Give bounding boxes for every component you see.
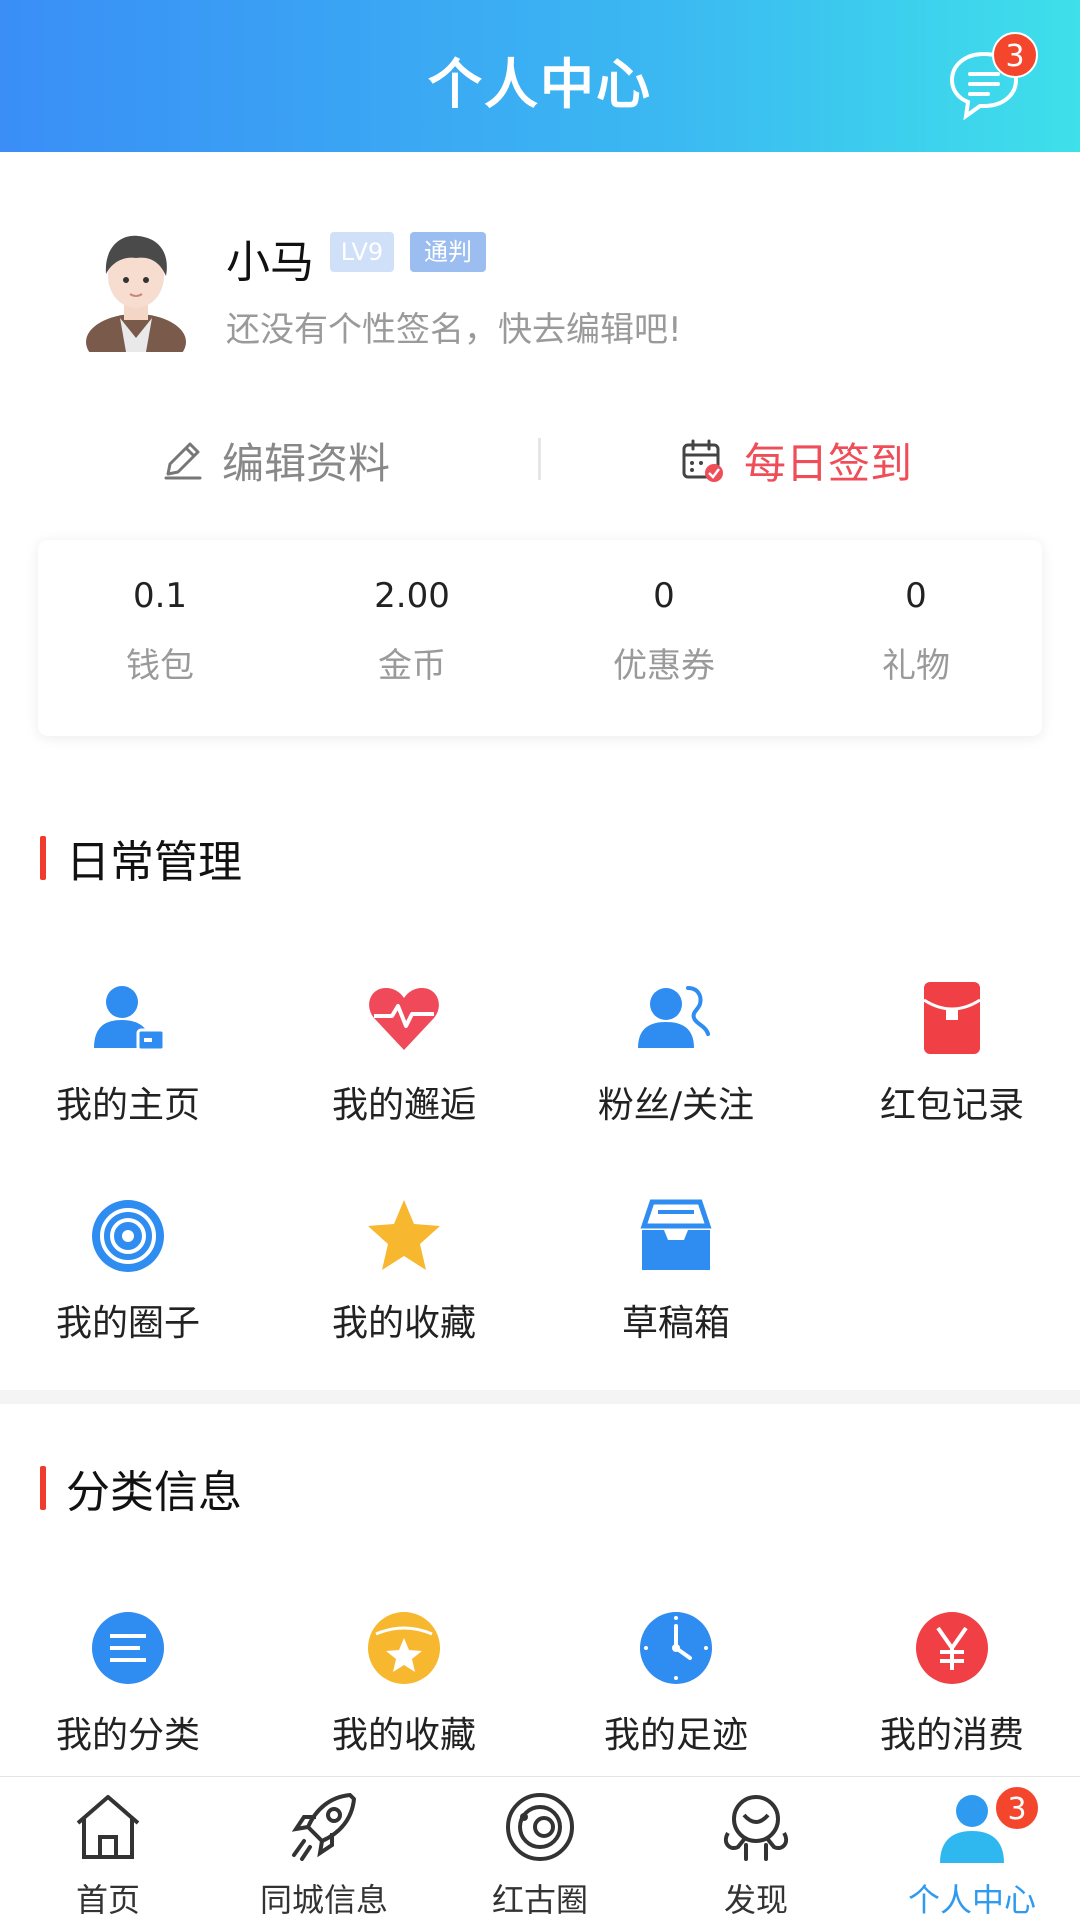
menu-my-favorites[interactable]: 我的收藏 — [284, 1196, 524, 1346]
section-separator — [0, 1390, 1080, 1404]
stat-value: 0.1 — [132, 576, 188, 616]
stat-wallet[interactable]: 0.1 钱包 — [60, 576, 260, 687]
menu-my-categories[interactable]: 我的分类 — [8, 1608, 248, 1758]
edit-profile-button[interactable]: 编辑资料 — [160, 430, 390, 490]
inbox-tray-icon — [640, 1199, 712, 1270]
stats-card: 0.1 钱包 2.00 金币 0 优惠券 0 礼物 — [38, 540, 1042, 736]
tab-label: 同城信息 — [259, 1881, 388, 1919]
stat-gifts[interactable]: 0 礼物 — [816, 576, 1016, 687]
level-badge: LV9 — [330, 232, 394, 272]
top-header: 个人中心 3 — [0, 0, 1080, 152]
action-divider — [538, 438, 541, 480]
discover-icon — [723, 1795, 789, 1861]
clock-icon — [640, 1612, 712, 1684]
menu-category-favorites[interactable]: 我的收藏 — [284, 1608, 524, 1758]
menu-label: 我的邂逅 — [331, 1085, 476, 1126]
message-count-badge: 3 — [992, 32, 1038, 78]
circle-target-icon — [92, 1200, 164, 1272]
avatar-image — [86, 235, 186, 370]
menu-red-packet-records[interactable]: 红包记录 — [832, 978, 1072, 1128]
tab-profile-center[interactable]: 3 个人中心 — [864, 1785, 1080, 1920]
tab-honggu-circle[interactable]: 红古圈 — [432, 1789, 648, 1920]
daily-checkin-button[interactable]: 每日签到 — [680, 430, 912, 490]
orbit-icon — [506, 1793, 574, 1861]
menu-label: 红包记录 — [879, 1085, 1024, 1126]
edit-profile-label: 编辑资料 — [222, 438, 391, 488]
stat-value: 0 — [905, 576, 927, 616]
star-badge-icon — [368, 1612, 440, 1684]
menu-drafts[interactable]: 草稿箱 — [556, 1196, 796, 1346]
users-icon — [638, 986, 710, 1048]
bottom-tab-bar: 首页 同城信息 红古圈 发现 3 个人中心 — [0, 1776, 1080, 1920]
pencil-icon — [164, 442, 202, 480]
rocket-icon — [291, 1793, 356, 1861]
tab-label: 红古圈 — [491, 1881, 588, 1919]
tab-local-info[interactable]: 同城信息 — [216, 1789, 432, 1920]
tab-label: 首页 — [75, 1881, 140, 1919]
section-category-title: 分类信息 — [40, 1456, 242, 1520]
menu-label: 我的消费 — [879, 1715, 1024, 1756]
menu-label: 我的足迹 — [603, 1715, 748, 1756]
avatar[interactable] — [80, 222, 192, 370]
star-icon — [368, 1200, 440, 1270]
username: 小马 — [226, 237, 314, 288]
section-title-text: 日常管理 — [66, 837, 242, 888]
menu-label: 我的圈子 — [55, 1303, 200, 1344]
stat-label: 金币 — [378, 646, 446, 686]
heart-pulse-icon — [369, 988, 439, 1050]
stat-label: 钱包 — [126, 646, 194, 686]
menu-my-homepage[interactable]: 我的主页 — [8, 978, 248, 1128]
user-card-icon — [94, 986, 166, 1052]
page-title: 个人中心 — [428, 53, 652, 116]
calendar-check-icon — [682, 439, 723, 482]
section-accent-bar — [40, 1466, 46, 1510]
stat-label: 优惠券 — [613, 646, 715, 686]
menu-my-circles[interactable]: 我的圈子 — [8, 1196, 248, 1346]
red-envelope-icon — [923, 982, 981, 1054]
stat-coins[interactable]: 2.00 金币 — [312, 576, 512, 687]
menu-label: 草稿箱 — [621, 1303, 730, 1344]
tab-label: 发现 — [723, 1881, 788, 1919]
messages-button[interactable]: 3 — [944, 32, 1038, 121]
section-title-text: 分类信息 — [66, 1467, 242, 1518]
menu-my-encounters[interactable]: 我的邂逅 — [284, 978, 524, 1128]
stat-coupons[interactable]: 0 优惠券 — [564, 576, 764, 687]
menu-label: 我的收藏 — [331, 1715, 476, 1756]
menu-my-footprints[interactable]: 我的足迹 — [556, 1608, 796, 1758]
tab-home[interactable]: 首页 — [0, 1789, 216, 1920]
profile-tab-badge: 3 — [994, 1785, 1040, 1831]
stat-label: 礼物 — [882, 646, 950, 686]
yen-icon — [916, 1612, 988, 1684]
stat-value: 2.00 — [374, 576, 450, 616]
home-icon — [76, 1795, 140, 1859]
stat-value: 0 — [653, 576, 675, 616]
menu-fans-follow[interactable]: 粉丝/关注 — [556, 978, 796, 1128]
list-icon — [92, 1612, 164, 1684]
tab-discover[interactable]: 发现 — [648, 1789, 864, 1920]
signature-text[interactable]: 还没有个性签名，快去编辑吧! — [226, 302, 682, 351]
menu-my-spending[interactable]: 我的消费 — [832, 1608, 1072, 1758]
menu-label: 我的主页 — [55, 1085, 200, 1126]
menu-label: 我的分类 — [55, 1715, 200, 1756]
section-accent-bar — [40, 836, 46, 880]
daily-checkin-label: 每日签到 — [744, 438, 913, 488]
section-daily-title: 日常管理 — [40, 826, 242, 890]
menu-label: 我的收藏 — [331, 1303, 476, 1344]
tab-label: 个人中心 — [907, 1881, 1036, 1919]
menu-label: 粉丝/关注 — [597, 1085, 755, 1126]
rank-badge: 通判 — [410, 232, 486, 272]
